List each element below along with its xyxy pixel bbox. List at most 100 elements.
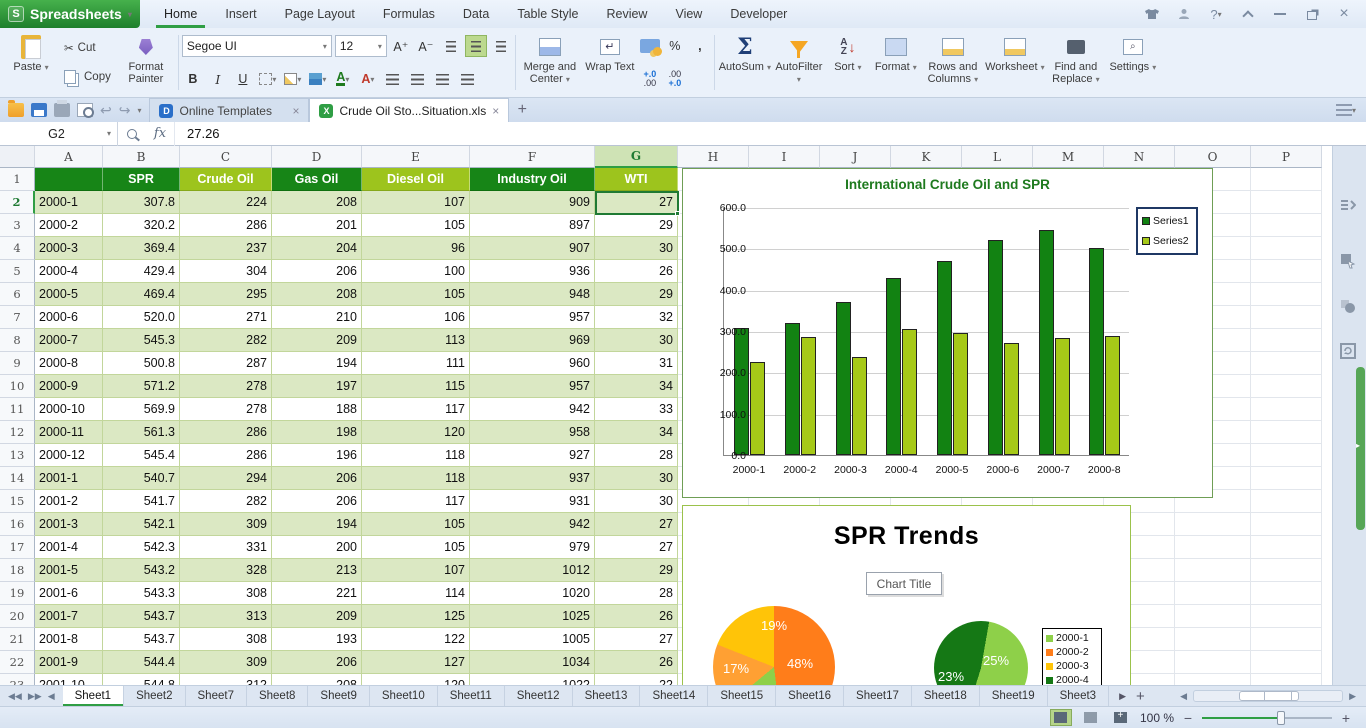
cell[interactable]: 544.4: [103, 651, 180, 674]
cut-button[interactable]: ✂Cut: [58, 37, 117, 59]
autofilter-button[interactable]: AutoFilter ▾: [772, 31, 826, 94]
row-header-20[interactable]: 20: [0, 605, 35, 628]
row-header-11[interactable]: 11: [0, 398, 35, 421]
cell[interactable]: [1175, 559, 1251, 582]
sheet-tab-sheet15[interactable]: Sheet15: [708, 686, 776, 706]
table-header-cell[interactable]: SPR: [103, 168, 180, 191]
cell[interactable]: 197: [272, 375, 362, 398]
currency-format-button[interactable]: [639, 35, 661, 57]
cell[interactable]: [1251, 352, 1322, 375]
cell[interactable]: 125: [362, 605, 470, 628]
menu-tab-formulas[interactable]: Formulas: [369, 0, 449, 28]
cell[interactable]: [1251, 513, 1322, 536]
bar-series1[interactable]: [886, 278, 901, 455]
cell[interactable]: 287: [180, 352, 272, 375]
cell[interactable]: 2000-12: [35, 444, 103, 467]
cell[interactable]: 30: [595, 467, 678, 490]
zoom-slider-thumb[interactable]: [1277, 711, 1285, 725]
cell[interactable]: 209: [272, 329, 362, 352]
close-tab-icon[interactable]: ×: [292, 104, 299, 118]
cell[interactable]: 909: [470, 191, 595, 214]
cell[interactable]: [1175, 513, 1251, 536]
print-preview-icon[interactable]: [77, 103, 93, 117]
cell[interactable]: 571.2: [103, 375, 180, 398]
cell[interactable]: [1251, 260, 1322, 283]
zoom-in-button[interactable]: +: [1340, 710, 1352, 726]
column-header-A[interactable]: A: [35, 146, 103, 168]
scroll-left-icon[interactable]: ◀: [1180, 691, 1187, 702]
cell[interactable]: 469.4: [103, 283, 180, 306]
column-header-E[interactable]: E: [362, 146, 470, 168]
cell[interactable]: 2000-5: [35, 283, 103, 306]
align-bottom-icon[interactable]: [490, 35, 512, 57]
cell[interactable]: [1175, 582, 1251, 605]
column-header-P[interactable]: P: [1251, 146, 1322, 168]
sheet-tab-sheet12[interactable]: Sheet12: [505, 686, 573, 706]
help-icon[interactable]: ?▾: [1202, 4, 1230, 24]
cell[interactable]: [1175, 536, 1251, 559]
cell[interactable]: 26: [595, 651, 678, 674]
horizontal-scrollbar-thumb[interactable]: [1239, 691, 1299, 701]
cell[interactable]: 2001-1: [35, 467, 103, 490]
cell[interactable]: 117: [362, 398, 470, 421]
previous-sheet-icon[interactable]: ◀: [48, 691, 55, 702]
cell[interactable]: 29: [595, 559, 678, 582]
cell[interactable]: 22: [595, 674, 678, 685]
row-header-2[interactable]: 2: [0, 191, 35, 214]
column-header-G[interactable]: G: [595, 146, 678, 168]
cell[interactable]: 278: [180, 398, 272, 421]
page-break-view-button[interactable]: [1080, 709, 1102, 726]
zoom-out-button[interactable]: −: [1182, 710, 1194, 726]
close-tab-icon[interactable]: ×: [492, 104, 499, 118]
zoom-slider[interactable]: [1202, 717, 1332, 719]
cell[interactable]: 278: [180, 375, 272, 398]
vertical-scrollbar-thumb[interactable]: [1356, 367, 1365, 530]
cell[interactable]: 957: [470, 375, 595, 398]
cell[interactable]: 206: [272, 467, 362, 490]
sheet-tab-sheet10[interactable]: Sheet10: [370, 686, 438, 706]
bar-chart[interactable]: International Crude Oil and SPR Series1S…: [682, 168, 1213, 498]
sheet-tab-sheet2[interactable]: Sheet2: [124, 686, 185, 706]
cell[interactable]: 286: [180, 444, 272, 467]
cell[interactable]: 897: [470, 214, 595, 237]
row-header-17[interactable]: 17: [0, 536, 35, 559]
cell[interactable]: 2000-10: [35, 398, 103, 421]
cell[interactable]: 210: [272, 306, 362, 329]
cell[interactable]: 30: [595, 237, 678, 260]
font-color-button[interactable]: A▾: [332, 68, 354, 90]
cell[interactable]: 105: [362, 283, 470, 306]
bar-series2[interactable]: [953, 333, 968, 455]
cell[interactable]: 34: [595, 421, 678, 444]
cell[interactable]: 286: [180, 214, 272, 237]
table-header-cell[interactable]: Gas Oil: [272, 168, 362, 191]
close-icon[interactable]: ×: [1330, 4, 1358, 24]
select-all-corner[interactable]: [0, 146, 35, 168]
increase-decimal-button[interactable]: +.0.00: [639, 68, 661, 90]
cell[interactable]: 200: [272, 536, 362, 559]
cell[interactable]: 313: [180, 605, 272, 628]
cell[interactable]: [1251, 536, 1322, 559]
cell[interactable]: 196: [272, 444, 362, 467]
cell[interactable]: 29: [595, 214, 678, 237]
cell[interactable]: 1025: [470, 605, 595, 628]
cell[interactable]: 194: [272, 513, 362, 536]
cell[interactable]: 936: [470, 260, 595, 283]
cell[interactable]: [1251, 168, 1322, 191]
cell[interactable]: 115: [362, 375, 470, 398]
row-header-6[interactable]: 6: [0, 283, 35, 306]
table-header-cell[interactable]: WTI: [595, 168, 678, 191]
align-top-icon[interactable]: [440, 35, 462, 57]
cell[interactable]: 942: [470, 398, 595, 421]
cell[interactable]: 2001-2: [35, 490, 103, 513]
cell[interactable]: 208: [272, 283, 362, 306]
cell[interactable]: 2001-4: [35, 536, 103, 559]
format-button[interactable]: Format ▾: [870, 31, 922, 94]
column-header-J[interactable]: J: [820, 146, 891, 168]
cell[interactable]: 106: [362, 306, 470, 329]
save-icon[interactable]: [31, 103, 47, 117]
sheet-tab-sheet3[interactable]: Sheet3: [1048, 686, 1109, 706]
row-header-8[interactable]: 8: [0, 329, 35, 352]
align-middle-icon[interactable]: [465, 35, 487, 57]
cell[interactable]: 312: [180, 674, 272, 685]
cell[interactable]: 204: [272, 237, 362, 260]
